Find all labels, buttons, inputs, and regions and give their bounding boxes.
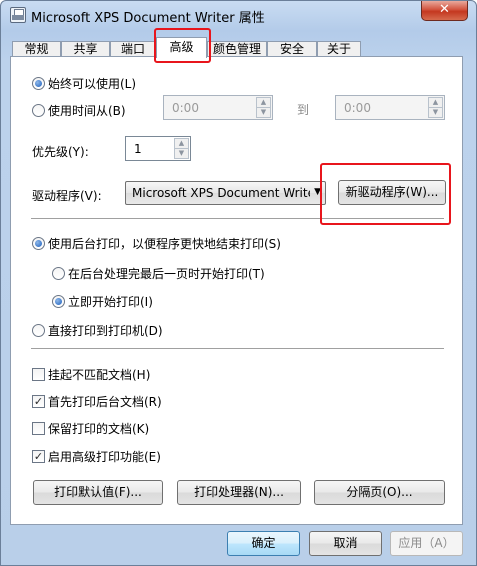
to-time-value: 0:00 [344,101,371,115]
spool-radio[interactable] [32,237,45,250]
print-direct-label: 直接打印到打印机(D) [48,324,163,338]
available-from-radio[interactable] [32,104,45,117]
driver-select[interactable]: Microsoft XPS Document Writer ▼ [125,181,326,205]
separator-page-button[interactable]: 分隔页(O)... [314,480,445,505]
from-time-value: 0:00 [172,101,199,115]
available-from-label: 使用时间从(B) [48,104,126,118]
to-time-spinner[interactable]: 0:00 ▲ ▼ [335,95,445,120]
start-immediately-label: 立即开始打印(I) [68,295,153,309]
print-spooled-first-checkbox[interactable]: ✓ [32,395,45,408]
print-direct-radio[interactable] [32,324,45,337]
print-processor-button[interactable]: 打印处理器(N)... [177,480,301,505]
divider [31,348,444,350]
spin-down-icon[interactable]: ▼ [174,148,189,159]
keep-printed-label: 保留打印的文档(K) [48,422,150,436]
printer-properties-window: Microsoft XPS Document Writer 属性 ✕ 常规 共享… [0,0,477,566]
title-bar: Microsoft XPS Document Writer 属性 ✕ [1,1,476,31]
printing-defaults-button[interactable]: 打印默认值(F)... [33,480,163,505]
keep-printed-checkbox[interactable] [32,422,45,435]
close-button[interactable]: ✕ [421,1,468,21]
priority-value: 1 [134,142,142,156]
spin-down-icon[interactable]: ▼ [256,107,271,118]
enable-advanced-features-checkbox[interactable]: ✓ [32,450,45,463]
always-available-label: 始终可以使用(L) [48,77,137,91]
driver-select-value: Microsoft XPS Document Writer [132,186,310,200]
start-after-last-page-label: 在后台处理完最后一页时开始打印(T) [68,267,265,281]
hold-mismatched-checkbox[interactable] [32,368,45,381]
print-spooled-first-label: 首先打印后台文档(R) [48,395,162,409]
new-driver-highlight [320,163,451,225]
ok-button[interactable]: 确定 [227,531,300,556]
priority-label: 优先级(Y): [32,145,89,159]
driver-label: 驱动程序(V): [32,189,102,203]
hold-mismatched-label: 挂起不匹配文档(H) [48,368,151,382]
start-after-last-page-radio[interactable] [52,267,65,280]
window-title: Microsoft XPS Document Writer 属性 [31,11,265,26]
enable-advanced-features-label: 启用高级打印功能(E) [48,450,161,464]
from-time-spinner[interactable]: 0:00 ▲ ▼ [163,95,273,120]
start-immediately-radio[interactable] [52,295,65,308]
always-available-radio[interactable] [32,77,45,90]
apply-button[interactable]: 应用（A） [390,531,463,556]
spool-label: 使用后台打印，以便程序更快地结束打印(S) [48,237,281,251]
advanced-tab-highlight [154,28,211,63]
to-label: 到 [297,103,310,117]
spin-down-icon[interactable]: ▼ [428,107,443,118]
priority-spinner[interactable]: 1 ▲ ▼ [125,136,191,161]
printer-icon [10,7,26,23]
cancel-button[interactable]: 取消 [309,531,382,556]
